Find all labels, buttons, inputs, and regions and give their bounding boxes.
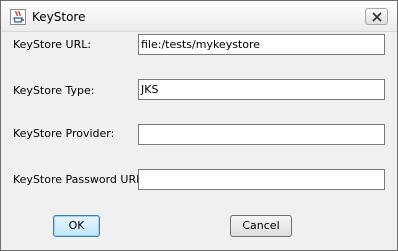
title-bar[interactable]: KeyStore [1, 1, 397, 32]
java-cup-icon [10, 9, 26, 25]
keystore-type-label: KeyStore Type: [13, 84, 95, 97]
keystore-type-input[interactable]: JKS [138, 79, 385, 100]
close-icon [372, 12, 382, 22]
cancel-button[interactable]: Cancel [230, 215, 292, 237]
keystore-dialog: KeyStore KeyStore URL: file:/tests/mykey… [0, 0, 398, 251]
keystore-password-url-input[interactable] [138, 169, 385, 190]
close-button[interactable] [365, 8, 388, 25]
keystore-password-url-label: KeyStore Password URL: [13, 173, 146, 186]
ok-button[interactable]: OK [53, 215, 100, 237]
keystore-provider-label: KeyStore Provider: [13, 127, 115, 140]
keystore-provider-input[interactable] [138, 124, 385, 145]
window-title: KeyStore [32, 10, 86, 24]
keystore-url-input[interactable]: file:/tests/mykeystore [138, 34, 385, 55]
keystore-url-label: KeyStore URL: [13, 38, 92, 51]
